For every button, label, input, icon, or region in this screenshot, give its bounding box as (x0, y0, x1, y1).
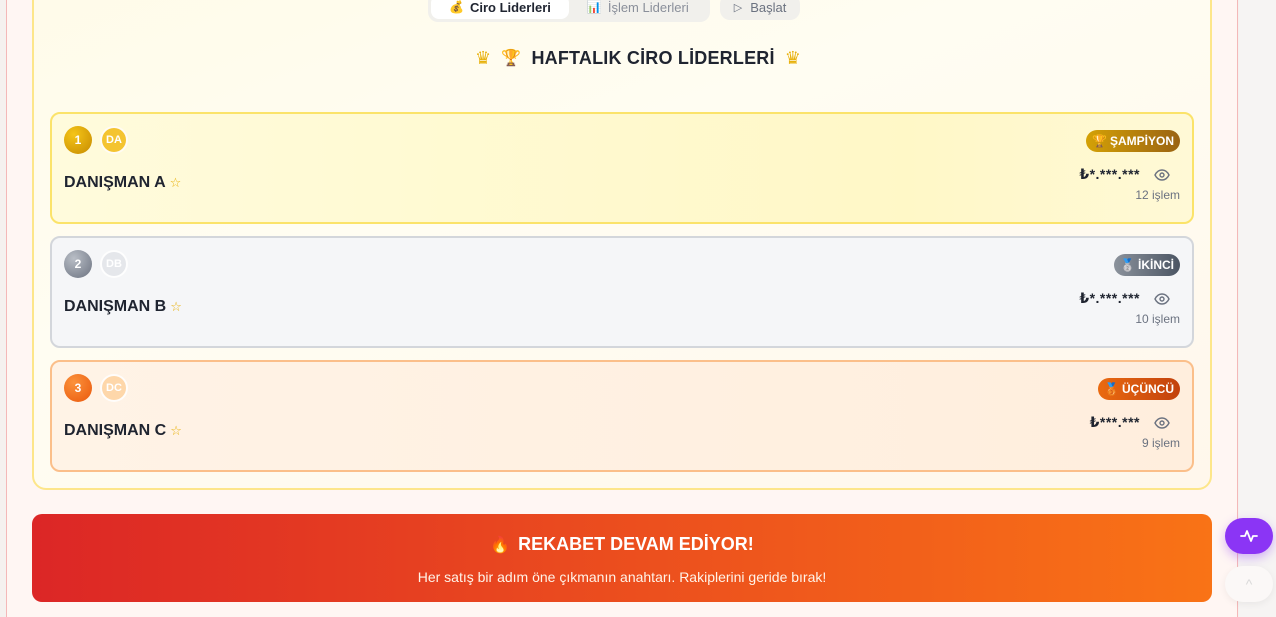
banner-title: 🔥 REKABET DEVAM EDİYOR! (32, 534, 1212, 555)
activity-icon (1240, 530, 1258, 542)
hidden-amount: ₺***.*** (1089, 414, 1140, 430)
eye-icon[interactable] (1154, 168, 1170, 181)
avatar: DB (100, 250, 128, 278)
trophy-icon: 🏆 (1092, 134, 1107, 148)
status-badge-text: İKİNCİ (1138, 258, 1174, 272)
crown-icon: ♛ (784, 47, 802, 68)
leader-name-text: DANIŞMAN C (64, 422, 167, 439)
eye-icon[interactable] (1154, 416, 1170, 429)
tab-label: İşlem Liderleri (607, 0, 689, 15)
fire-icon: 🔥 (490, 536, 511, 554)
transaction-count: 10 işlem (1135, 312, 1180, 326)
tab-label: Ciro Liderleri (469, 0, 551, 15)
leader-name: DANIŞMAN B ☆ (64, 298, 182, 316)
amount-row: ₺*.***.*** (1079, 166, 1170, 183)
transaction-count: 12 işlem (1135, 188, 1180, 202)
leader-name: DANIŞMAN C ☆ (64, 422, 182, 440)
status-badge: 🥈 İKİNCİ (1114, 254, 1180, 276)
status-badge-text: ÜÇÜNCÜ (1122, 382, 1174, 396)
rank-badge: 2 (64, 250, 92, 278)
start-button-label: Başlat (750, 0, 787, 15)
silver-medal-icon: 🥈 (1120, 258, 1135, 272)
status-badge-text: ŞAMPİYON (1109, 134, 1174, 148)
activity-button[interactable] (1225, 518, 1273, 554)
star-icon: ☆ (169, 175, 182, 190)
start-button[interactable]: ▷ Başlat (719, 0, 801, 20)
title-text: HAFTALIK CİRO LİDERLERİ (531, 47, 775, 68)
status-badge: 🏆 ŞAMPİYON (1086, 130, 1180, 152)
tab-group: 💰 Ciro Liderleri 📊 İşlem Liderleri (428, 0, 710, 22)
leader-card-3[interactable]: 3 DC DANIŞMAN C ☆ 🥉 ÜÇÜNCÜ ₺***.*** 9 iş… (50, 360, 1194, 472)
leader-name: DANIŞMAN A ☆ (64, 174, 181, 192)
star-icon: ☆ (170, 423, 182, 438)
competition-banner: 🔥 REKABET DEVAM EDİYOR! Her satış bir ad… (32, 514, 1212, 602)
rank-badge: 1 (64, 126, 92, 154)
star-icon: ☆ (170, 299, 182, 314)
crown-icon: ♛ (474, 47, 492, 68)
bronze-medal-icon: 🥉 (1104, 382, 1119, 396)
hidden-amount: ₺*.***.*** (1079, 290, 1140, 306)
play-icon: ▷ (733, 1, 743, 14)
hidden-amount: ₺*.***.*** (1079, 166, 1140, 182)
leader-name-text: DANIŞMAN B (64, 298, 167, 315)
leader-card-1[interactable]: 1 DA DANIŞMAN A ☆ 🏆 ŞAMPİYON ₺*.***.*** … (50, 112, 1194, 224)
leader-name-text: DANIŞMAN A (64, 174, 166, 191)
bar-chart-icon: 📊 (586, 0, 602, 14)
banner-subtitle: Her satış bir adım öne çıkmanın anahtarı… (417, 569, 827, 585)
scroll-top-button[interactable]: ^ (1225, 566, 1273, 602)
trophy-icon: 🏆 (501, 50, 522, 67)
status-badge: 🥉 ÜÇÜNCÜ (1098, 378, 1180, 400)
page-title: ♛ 🏆 HAFTALIK CİRO LİDERLERİ ♛ (0, 46, 1276, 70)
banner-title-text: REKABET DEVAM EDİYOR! (518, 534, 754, 554)
tab-revenue-leaders[interactable]: 💰 Ciro Liderleri (431, 0, 569, 19)
transaction-count: 9 işlem (1141, 436, 1180, 450)
eye-icon[interactable] (1154, 292, 1170, 305)
avatar: DC (100, 374, 128, 402)
leaderboard-tabs: 💰 Ciro Liderleri 📊 İşlem Liderleri ▷ Baş… (428, 0, 801, 22)
amount-row: ₺*.***.*** (1079, 290, 1170, 307)
chevron-up-icon: ^ (1245, 576, 1253, 592)
tab-transaction-leaders[interactable]: 📊 İşlem Liderleri (569, 0, 707, 19)
rank-badge: 3 (64, 374, 92, 402)
avatar: DA (100, 126, 128, 154)
money-bag-icon: 💰 (449, 0, 464, 14)
leader-card-2[interactable]: 2 DB DANIŞMAN B ☆ 🥈 İKİNCİ ₺*.***.*** 10… (50, 236, 1194, 348)
amount-row: ₺***.*** (1090, 414, 1170, 431)
